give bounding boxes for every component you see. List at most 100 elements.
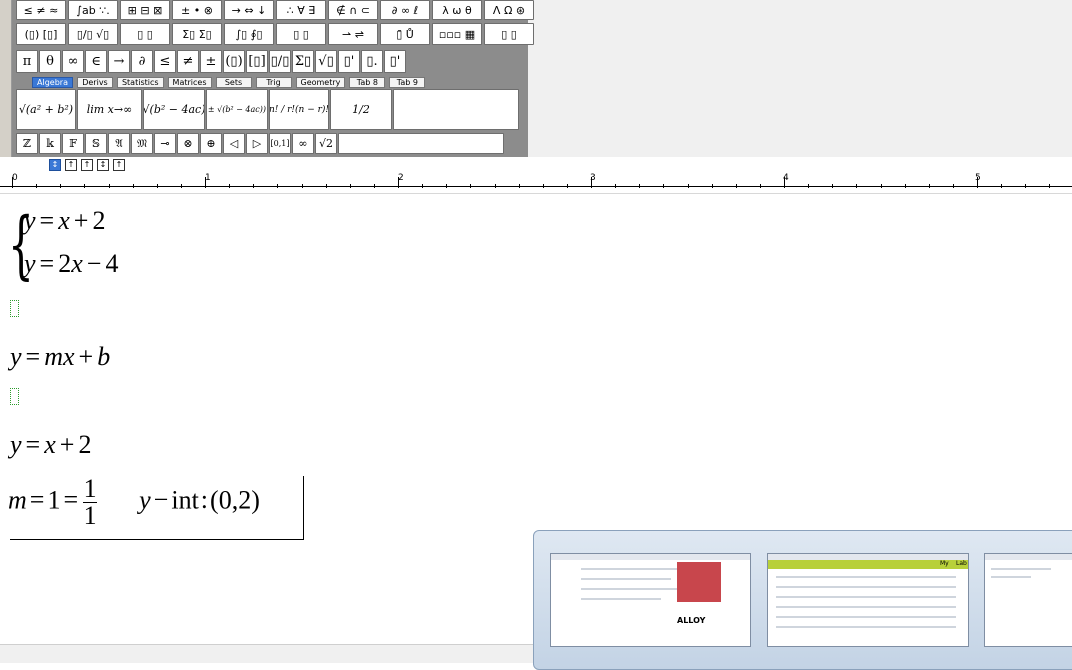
browser-window-thumbnail[interactable]: ALLOY	[550, 553, 751, 647]
greek-lower-palette-button[interactable]: λ ω θ	[432, 0, 482, 20]
underbar-overbar-templates-button[interactable]: ▯ ▯	[276, 23, 326, 45]
right-triangle-symbol-button[interactable]: ▷	[246, 133, 268, 154]
format-button-4[interactable]: ↕	[97, 159, 109, 171]
format-button-5[interactable]: ↑	[113, 159, 125, 171]
dot-subscript-template-button[interactable]: ▯.	[361, 50, 383, 73]
logic-palette-button[interactable]: ∴ ∀ ∃	[276, 0, 326, 20]
pythagorean-sqrt-expression-button[interactable]: √(a² + b²)	[16, 89, 76, 130]
plus-minus-symbol-button[interactable]: ±	[200, 50, 222, 73]
thumbnail-green-header	[768, 560, 968, 569]
integral-templates-button[interactable]: ∫▯ ∮▯	[224, 23, 274, 45]
prime-template-button[interactable]: ▯'	[338, 50, 360, 73]
system-equation-2[interactable]: y = 2x −4	[24, 249, 118, 279]
fraction-radical-templates-button[interactable]: ▯/▯ √▯	[68, 23, 118, 45]
empty-expression-slot[interactable]	[393, 89, 519, 130]
summation-templates-button[interactable]: Σ▯ Σ▯	[172, 23, 222, 45]
slope-intercept-equation[interactable]: y = mx + b	[10, 342, 110, 372]
template-palette-row: (▯) [▯] ▯/▯ √▯ ▯ ▯ Σ▯ Σ▯ ∫▯ ∮▯ ▯ ▯ ⇀ ⇌ ▯…	[16, 23, 536, 46]
interval-template-button[interactable]: [0,1]	[269, 133, 291, 154]
brackets-template-button[interactable]: [▯]	[246, 50, 268, 73]
field-f-symbol-button[interactable]: 𝔽	[62, 133, 84, 154]
ruler-tick	[639, 184, 640, 188]
arrows-palette-button[interactable]: → ⇔ ↓	[224, 0, 274, 20]
ruler-tick	[350, 184, 351, 188]
relations-palette-button[interactable]: ≤ ≠ ≈	[16, 0, 66, 20]
tab-8[interactable]: Tab 8	[349, 77, 386, 88]
superscript-template-button[interactable]: ▯'	[384, 50, 406, 73]
theta-symbol-button[interactable]: θ	[39, 50, 61, 73]
field-k-symbol-button[interactable]: 𝕜	[39, 133, 61, 154]
circled-plus-symbol-button[interactable]: ⊕	[200, 133, 222, 154]
line-equation[interactable]: y = x +2	[10, 430, 91, 460]
format-button-2[interactable]: ↑	[65, 159, 77, 171]
tab-statistics[interactable]: Statistics	[116, 77, 164, 88]
not-equal-symbol-button[interactable]: ≠	[177, 50, 199, 73]
ruler-tick	[760, 184, 761, 188]
empty-slot-2[interactable]	[10, 388, 19, 405]
ruler-tick	[808, 184, 809, 188]
set-s-symbol-button[interactable]: 𝕊	[85, 133, 107, 154]
format-button-3[interactable]: ↑	[81, 159, 93, 171]
subscript-superscript-templates-button[interactable]: ▯ ▯	[120, 23, 170, 45]
infinity-symbol-button[interactable]: ∞	[62, 50, 84, 73]
sqrt-template-button[interactable]: √▯	[315, 50, 337, 73]
sqrt-two-button[interactable]: √2	[315, 133, 337, 154]
fraktur-a-symbol-button[interactable]: 𝔄	[108, 133, 130, 154]
quadratic-formula-expression-button[interactable]: (−b ± √(b² − 4ac)) / 2a	[206, 89, 268, 130]
products-templates-button[interactable]: ▯̄ Ů	[380, 23, 430, 45]
format-button-1[interactable]: ↕	[49, 159, 61, 171]
embellishments-palette-button[interactable]: ⊞ ⊟ ⊠	[120, 0, 170, 20]
circled-times-symbol-button[interactable]: ⊗	[177, 133, 199, 154]
tab-trig[interactable]: Trig	[255, 77, 292, 88]
system-equation-1[interactable]: y = x +2	[24, 206, 105, 236]
left-triangle-symbol-button[interactable]: ◁	[223, 133, 245, 154]
tab-algebra[interactable]: Algebra	[32, 77, 73, 88]
operators-palette-button[interactable]: ± • ⊗	[172, 0, 222, 20]
element-of-symbol-button[interactable]: ∈	[85, 50, 107, 73]
one-half-expression-button[interactable]: 1/2	[330, 89, 392, 130]
pi-symbol-button[interactable]: π	[16, 50, 38, 73]
ruler-tick	[1025, 184, 1026, 188]
thumbnail-tab-my: My	[940, 560, 949, 567]
tab-matrices[interactable]: Matrices	[167, 77, 212, 88]
spaces-ellipses-palette-button[interactable]: ∫ab ∵.	[68, 0, 118, 20]
box-templates-button[interactable]: ▯ ▯	[484, 23, 534, 45]
sets-palette-button[interactable]: ∉ ∩ ⊂	[328, 0, 378, 20]
fraction-template-button[interactable]: ▯/▯	[269, 50, 291, 73]
tab-geometry[interactable]: Geometry	[295, 77, 346, 88]
equation-editor-window-thumbnail[interactable]	[984, 553, 1072, 647]
fraktur-m-symbol-button[interactable]: 𝔐	[131, 133, 153, 154]
multimap-symbol-button[interactable]: ⊸	[154, 133, 176, 154]
slope-and-intercept-line[interactable]: m = 1 = 1 1 y − int:(0,2)	[8, 476, 260, 529]
empty-slot-1[interactable]	[10, 300, 19, 317]
ruler-tick	[688, 184, 689, 188]
ruler-tick	[905, 184, 906, 188]
greek-upper-palette-button[interactable]: Λ Ω ⊛	[484, 0, 534, 20]
less-equal-symbol-button[interactable]: ≤	[154, 50, 176, 73]
tab-sets[interactable]: Sets	[215, 77, 252, 88]
limit-expression-button[interactable]: lim x→∞	[77, 89, 142, 130]
thumbnail-tab-lab: Lab	[956, 560, 967, 567]
ruler[interactable]: 0 1 2 3 4 5	[0, 173, 1072, 194]
ruler-tick	[398, 177, 399, 188]
partial-symbol-button[interactable]: ∂	[131, 50, 153, 73]
tab-9[interactable]: Tab 9	[389, 77, 426, 88]
combination-expression-button[interactable]: n! / r!(n − r)!	[269, 89, 329, 130]
misc-palette-button[interactable]: ∂ ∞ ℓ	[380, 0, 430, 20]
ruler-tick	[712, 184, 713, 188]
right-arrow-symbol-button[interactable]: →	[108, 50, 130, 73]
matrix-templates-button[interactable]: ▫▫▫ ▦	[432, 23, 482, 45]
fence-templates-button[interactable]: (▯) [▯]	[16, 23, 66, 45]
infinity-extra-button[interactable]: ∞	[292, 133, 314, 154]
parentheses-template-button[interactable]: (▯)	[223, 50, 245, 73]
integers-symbol-button[interactable]: ℤ	[16, 133, 38, 154]
empty-symbol-slot[interactable]	[338, 133, 504, 154]
format-buttons: ↕ ↑ ↑ ↕ ↑	[49, 159, 129, 171]
sum-template-button[interactable]: Σ▯	[292, 50, 314, 73]
palette-left-bar	[0, 0, 12, 157]
slope-fraction: 11	[83, 474, 98, 530]
discriminant-sqrt-expression-button[interactable]: √(b² − 4ac)	[143, 89, 205, 130]
gradebook-window-thumbnail[interactable]: My Lab	[767, 553, 969, 647]
tab-derivs[interactable]: Derivs	[76, 77, 113, 88]
labeled-arrow-templates-button[interactable]: ⇀ ⇌	[328, 23, 378, 45]
